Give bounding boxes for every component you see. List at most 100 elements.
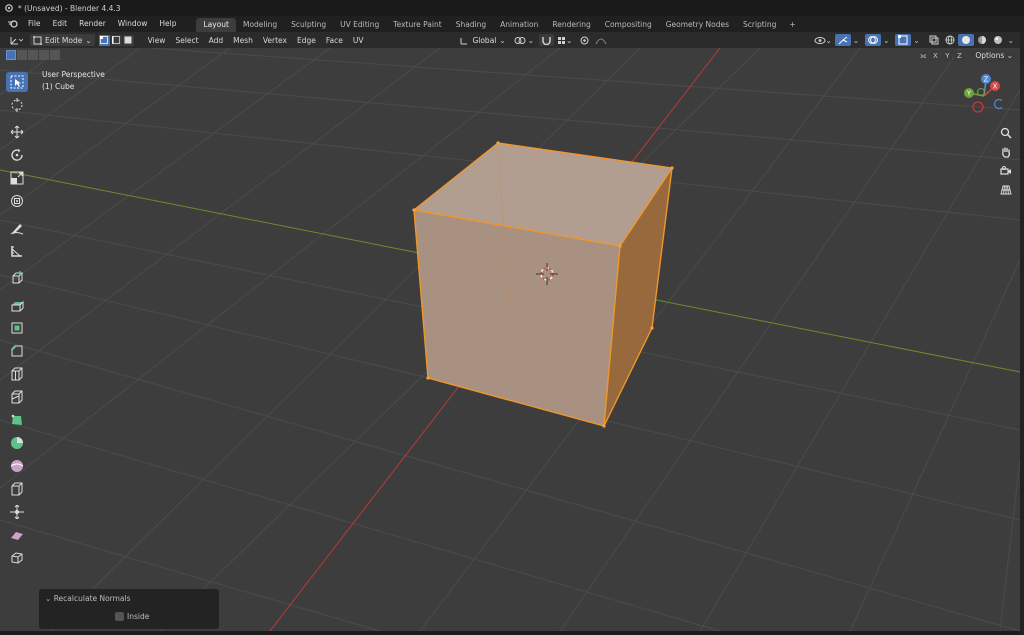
select-invert-button[interactable] [39, 50, 49, 60]
select-subtract-button[interactable] [28, 50, 38, 60]
xray-toggle[interactable] [926, 34, 942, 46]
tool-loop-cut[interactable] [6, 364, 28, 384]
tool-knife[interactable] [6, 387, 28, 407]
overlays-icon [868, 36, 879, 44]
proportional-edit-toggle[interactable] [577, 34, 592, 46]
workspace-tabs: Layout Modeling Sculpting UV Editing Tex… [196, 16, 801, 32]
pivot-point-dropdown[interactable]: ⌄ [511, 34, 537, 46]
tool-select-box[interactable] [6, 72, 28, 92]
add-workspace-button[interactable]: + [783, 18, 801, 32]
tool-add-cube[interactable] [6, 268, 28, 288]
menu-add[interactable]: Add [204, 36, 229, 45]
face-select-button[interactable] [122, 34, 134, 46]
mirror-z-toggle[interactable]: Z [954, 51, 965, 61]
measure-icon [11, 246, 22, 257]
tool-move[interactable] [6, 122, 28, 142]
visibility-dropdown[interactable]: ⌄ [811, 34, 835, 46]
select-new-button[interactable] [6, 50, 16, 60]
navigation-gizmo[interactable]: Z X Y [958, 72, 1002, 118]
gizmo-toggle[interactable] [834, 34, 851, 46]
tool-smooth[interactable] [6, 456, 28, 476]
chevron-down-icon[interactable]: ⌄ [851, 36, 861, 45]
menu-view[interactable]: View [143, 36, 171, 45]
tab-animation[interactable]: Animation [493, 18, 545, 32]
overlays-toggle[interactable] [865, 34, 882, 46]
falloff-dropdown[interactable] [592, 34, 610, 46]
window-title: * (Unsaved) - Blender 4.4.3 [18, 3, 121, 13]
chevron-down-icon[interactable]: ⌄ [881, 36, 891, 45]
3d-viewport[interactable]: User Perspective (1) Cube [0, 48, 1020, 631]
poly-build-icon [11, 414, 22, 425]
menu-file[interactable]: File [22, 16, 47, 32]
tool-spin[interactable] [6, 433, 28, 453]
spin-icon [11, 437, 23, 449]
tool-scale[interactable] [6, 168, 28, 188]
mirror-x-toggle[interactable]: X [930, 51, 941, 61]
edge-select-button[interactable] [110, 34, 122, 46]
tab-layout[interactable]: Layout [196, 18, 236, 32]
tab-geometry-nodes[interactable]: Geometry Nodes [659, 18, 736, 32]
shading-rendered-button[interactable] [990, 34, 1006, 46]
select-extend-button[interactable] [17, 50, 27, 60]
tab-rendering[interactable]: Rendering [545, 18, 597, 32]
shading-solid-button[interactable] [957, 34, 974, 46]
snap-toggle[interactable] [538, 34, 554, 46]
tab-shading[interactable]: Shading [449, 18, 493, 32]
tool-shrink-fatten[interactable] [6, 502, 28, 522]
zoom-button[interactable] [997, 124, 1015, 142]
inside-checkbox[interactable]: Inside [115, 612, 149, 621]
shading-wireframe-button[interactable] [942, 34, 958, 46]
tool-extrude[interactable] [6, 295, 28, 315]
menu-uv[interactable]: UV [348, 36, 369, 45]
menu-window[interactable]: Window [112, 16, 154, 32]
perspective-toggle-button[interactable] [997, 181, 1015, 199]
tool-annotate[interactable] [6, 218, 28, 238]
mode-dropdown[interactable]: Edit Mode ⌄ [30, 34, 95, 46]
shading-material-button[interactable] [974, 34, 990, 46]
tab-scripting[interactable]: Scripting [736, 18, 783, 32]
tool-cursor[interactable] [6, 95, 28, 115]
camera-view-button[interactable] [997, 162, 1015, 180]
menu-select[interactable]: Select [170, 36, 203, 45]
menu-render[interactable]: Render [73, 16, 112, 32]
vertex-select-button[interactable] [98, 34, 110, 46]
transform-orientation-dropdown[interactable]: Global ⌄ [456, 34, 508, 46]
edge-select-icon [112, 36, 121, 44]
pan-button[interactable] [997, 143, 1015, 161]
blender-menu-icon[interactable] [6, 18, 20, 30]
tab-uv-editing[interactable]: UV Editing [333, 18, 386, 32]
tool-transform[interactable] [6, 191, 28, 211]
snap-target-dropdown[interactable]: ⌄ [554, 34, 575, 46]
tab-compositing[interactable]: Compositing [598, 18, 659, 32]
tool-rotate[interactable] [6, 145, 28, 165]
menu-mesh[interactable]: Mesh [228, 36, 258, 45]
tab-sculpting[interactable]: Sculpting [284, 18, 333, 32]
menu-face[interactable]: Face [321, 36, 348, 45]
tool-edge-slide[interactable] [6, 479, 28, 499]
mesh-edit-overlays-toggle[interactable] [895, 34, 912, 46]
solid-sphere-icon [961, 36, 970, 44]
tool-rip[interactable] [6, 548, 28, 568]
tool-poly-build[interactable] [6, 410, 28, 430]
editor-type-button[interactable] [6, 34, 26, 46]
tool-measure[interactable] [6, 241, 28, 261]
gizmo-x-label: X [993, 83, 998, 91]
tool-bevel[interactable] [6, 341, 28, 361]
tab-texture-paint[interactable]: Texture Paint [386, 18, 448, 32]
tool-shear[interactable] [6, 525, 28, 545]
menu-vertex[interactable]: Vertex [258, 36, 292, 45]
options-dropdown[interactable]: Options ⌄ [970, 50, 1018, 62]
chevron-down-icon[interactable]: ⌄ [911, 36, 921, 45]
viewport-menu: View Select Add Mesh Vertex Edge Face UV [143, 36, 369, 45]
chevron-down-icon: ⌄ [527, 35, 534, 45]
menu-help[interactable]: Help [153, 16, 182, 32]
chevron-down-icon[interactable]: ⌄ [1006, 36, 1016, 45]
menu-edit[interactable]: Edit [47, 16, 74, 32]
select-intersect-button[interactable] [50, 50, 60, 60]
menu-edge[interactable]: Edge [292, 36, 321, 45]
mirror-icon[interactable]: ⟗ [918, 51, 929, 61]
tool-inset[interactable] [6, 318, 28, 338]
tab-modeling[interactable]: Modeling [236, 18, 284, 32]
mirror-y-toggle[interactable]: Y [942, 51, 953, 61]
operator-panel-header[interactable]: ⌄ Recalculate Normals [45, 594, 131, 603]
